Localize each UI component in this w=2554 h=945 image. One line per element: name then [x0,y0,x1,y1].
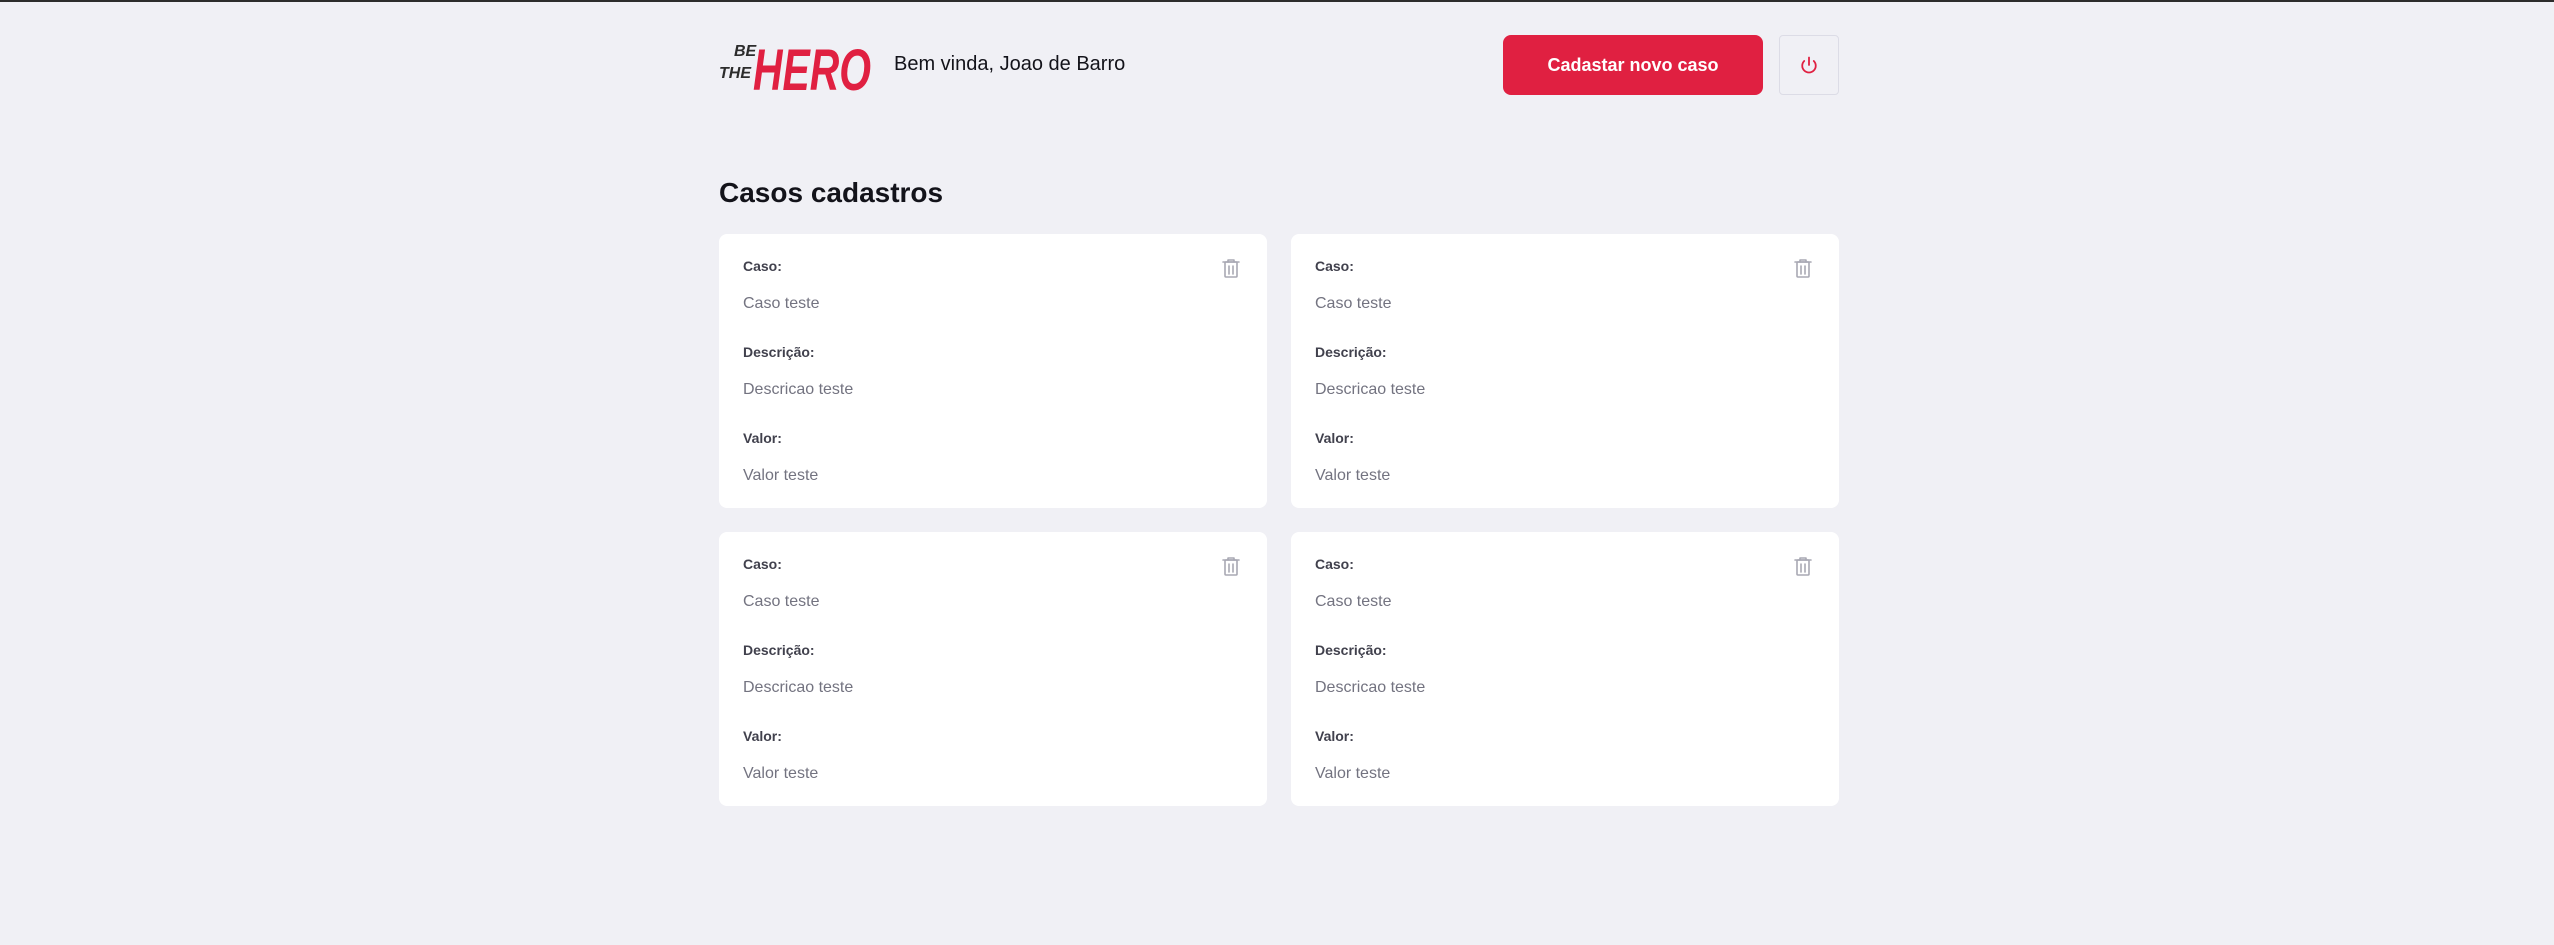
description-value: Descricao teste [743,679,854,696]
case-value: Caso teste [1315,295,1392,312]
case-card: Caso: Caso teste Descrição: Descricao te… [719,234,1267,508]
case-field: Caso: Caso teste [743,556,1243,612]
value-label: Valor: [1315,430,1354,446]
top-border [0,0,2554,2]
page-title: Casos cadastros [719,177,944,208]
trash-icon [1794,556,1812,576]
case-card: Caso: Caso teste Descrição: Descricao te… [1291,532,1839,806]
description-field: Descrição: Descricao teste [1315,344,1815,400]
case-label: Caso: [1315,258,1354,274]
value-value: Valor teste [743,467,819,484]
description-field: Descrição: Descricao teste [743,344,1243,400]
description-label: Descrição: [1315,642,1387,658]
value-field: Valor: Valor teste [743,728,1243,784]
power-icon [1800,56,1818,74]
case-field: Caso: Caso teste [1315,258,1815,314]
case-list: Caso: Caso teste Descrição: Descricao te… [719,234,1839,806]
delete-case-button[interactable] [1791,256,1815,280]
value-field: Valor: Valor teste [1315,728,1815,784]
new-case-button[interactable]: Cadastar novo caso [1503,35,1763,95]
description-value: Descricao teste [743,381,854,398]
trash-icon [1222,258,1240,278]
value-value: Valor teste [743,765,819,782]
case-value: Caso teste [1315,593,1392,610]
header: BE THE HERO Bem vinda, Joao de Barro Cad… [719,32,1839,96]
value-value: Valor teste [1315,765,1391,782]
case-field: Caso: Caso teste [743,258,1243,314]
description-field: Descrição: Descricao teste [743,642,1243,698]
case-label: Caso: [1315,556,1354,572]
case-value: Caso teste [743,593,820,610]
case-field: Caso: Caso teste [1315,556,1815,612]
case-label: Caso: [743,556,782,572]
description-label: Descrição: [1315,344,1387,360]
description-label: Descrição: [743,344,815,360]
value-value: Valor teste [1315,467,1391,484]
description-value: Descricao teste [1315,381,1426,398]
value-field: Valor: Valor teste [743,430,1243,486]
be-the-hero-logo: BE THE HERO [719,32,871,96]
description-value: Descricao teste [1315,679,1426,696]
value-label: Valor: [743,430,782,446]
svg-text:HERO: HERO [753,38,871,96]
delete-case-button[interactable] [1219,256,1243,280]
case-value: Caso teste [743,295,820,312]
description-field: Descrição: Descricao teste [1315,642,1815,698]
case-label: Caso: [743,258,782,274]
delete-case-button[interactable] [1791,554,1815,578]
delete-case-button[interactable] [1219,554,1243,578]
case-card: Caso: Caso teste Descrição: Descricao te… [1291,234,1839,508]
value-field: Valor: Valor teste [1315,430,1815,486]
case-card: Caso: Caso teste Descrição: Descricao te… [719,532,1267,806]
value-label: Valor: [743,728,782,744]
description-label: Descrição: [743,642,815,658]
svg-text:THE: THE [719,65,752,82]
trash-icon [1222,556,1240,576]
trash-icon [1794,258,1812,278]
logout-button[interactable] [1779,35,1839,95]
welcome-message: Bem vinda, Joao de Barro [894,53,1126,75]
value-label: Valor: [1315,728,1354,744]
